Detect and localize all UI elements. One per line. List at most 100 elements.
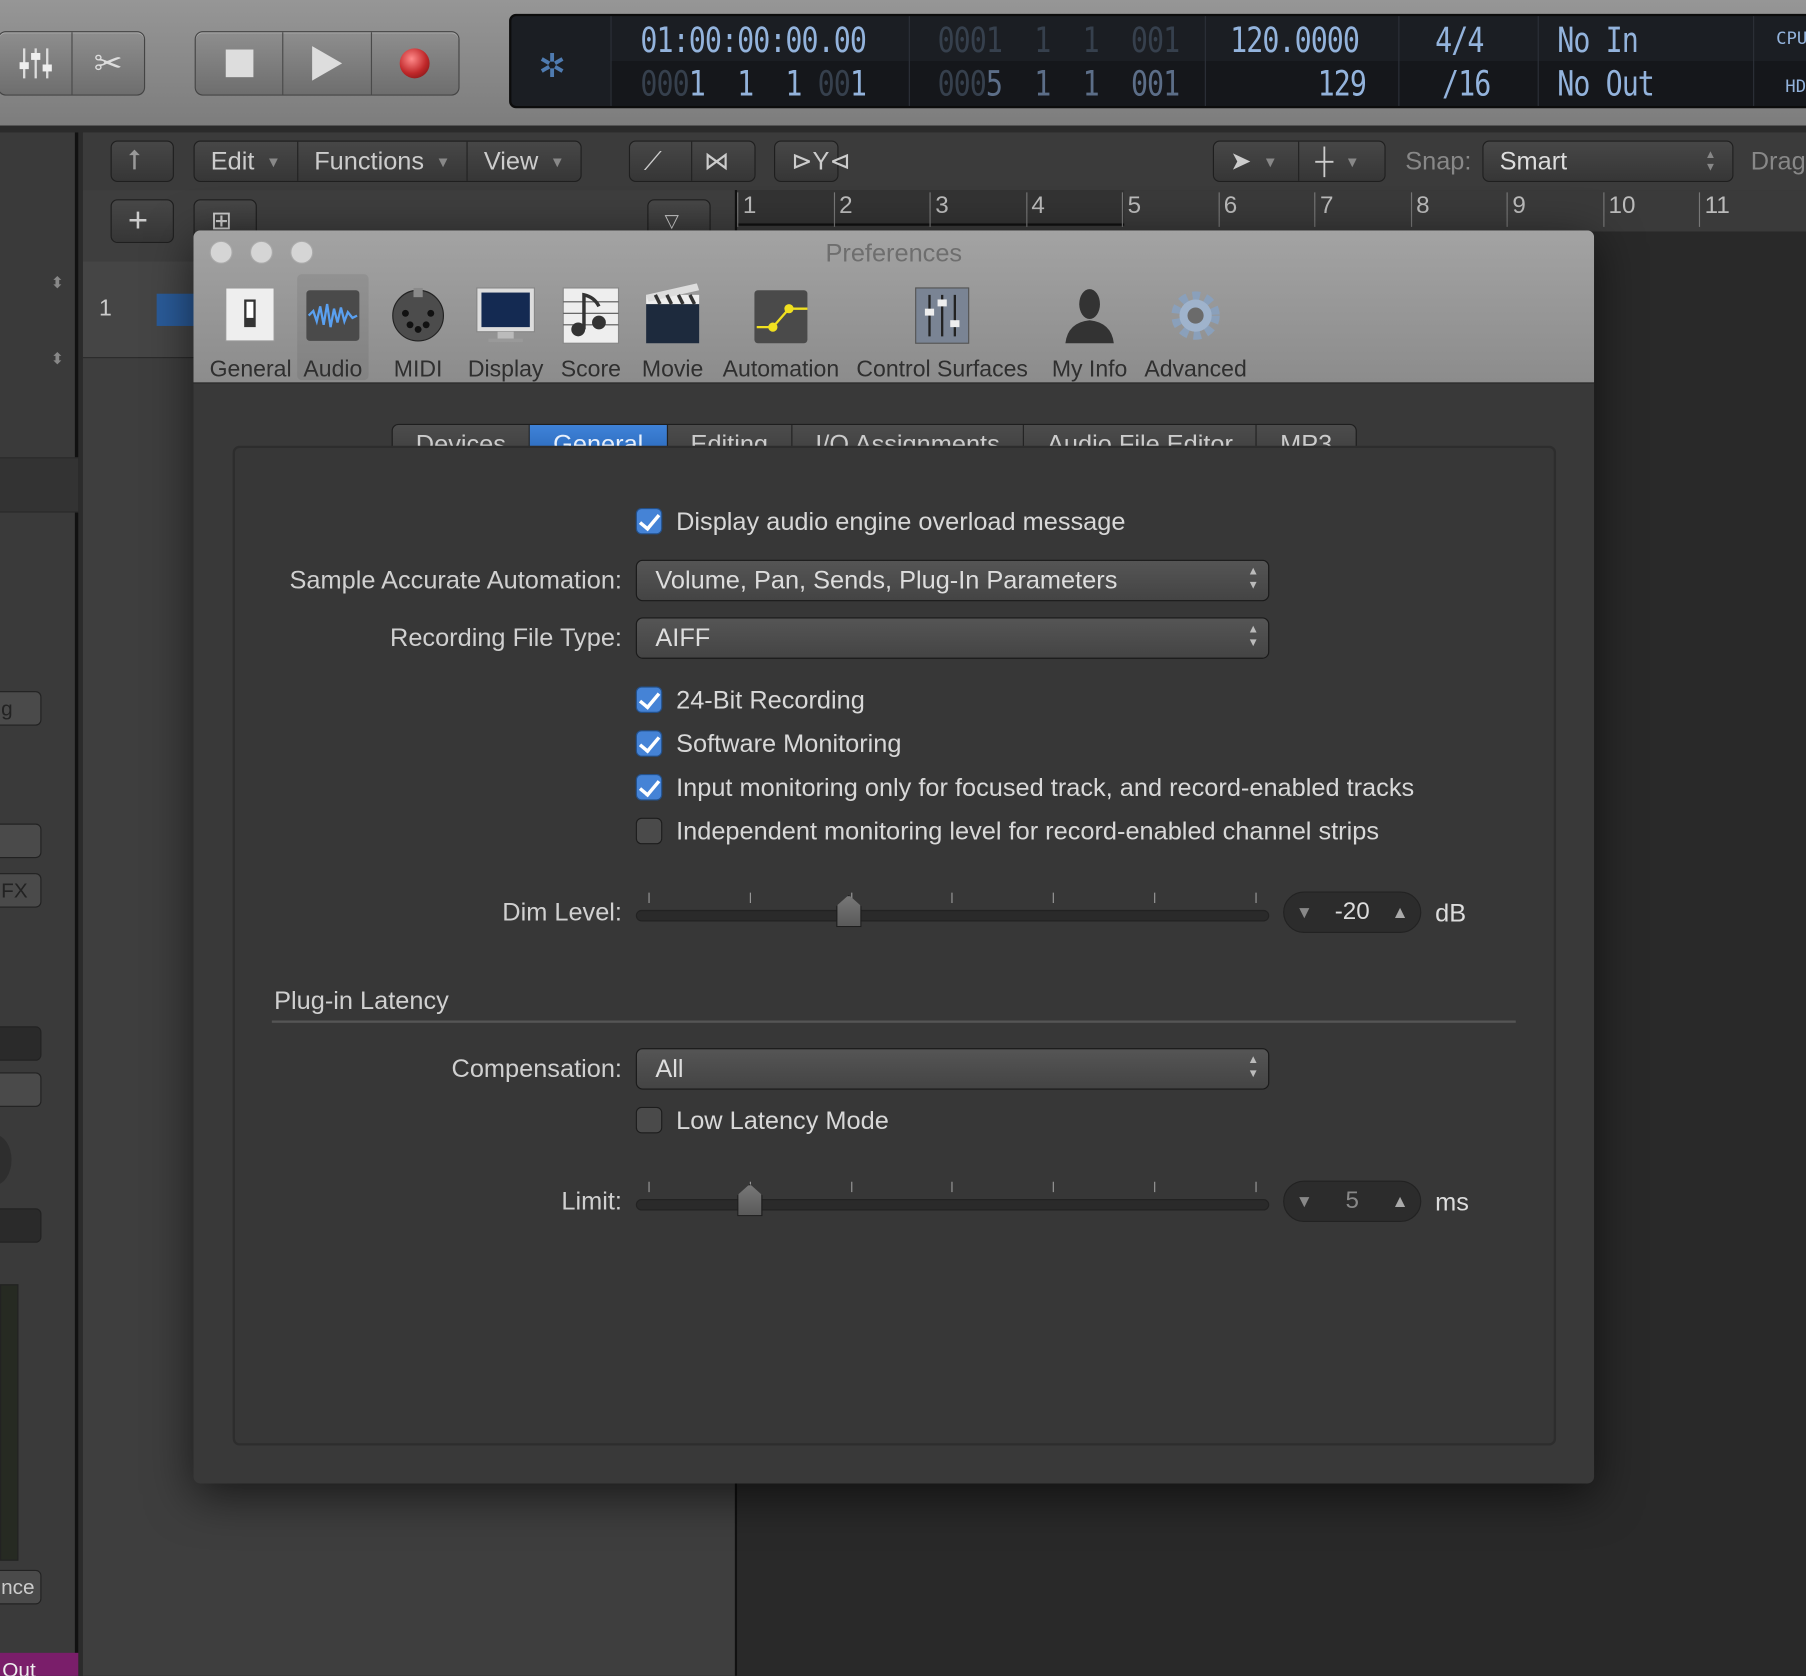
view-menu[interactable]: View ▼ [468,142,581,181]
inspector-slot[interactable] [0,1026,42,1061]
lcd-settings-gear-icon[interactable]: ✲ [539,37,565,88]
prefs-toolbar-score[interactable]: Score [553,274,629,383]
slider-track[interactable] [635,1199,1270,1211]
checkbox-2[interactable] [635,774,663,801]
inspector-slot[interactable] [0,1208,42,1243]
automation-icon: ⟋ [643,146,662,176]
prefs-toolbar-display[interactable]: Display [461,274,551,382]
updown-arrows-icon: ▲ ▼ [1247,623,1259,650]
limit-stepper[interactable]: ▼ 5 ▲ [1283,1180,1422,1223]
waveform-icon [306,290,360,341]
updown-arrows-icon[interactable]: ⬍ [51,349,65,369]
bar-ruler[interactable]: 1 2 3 4 5 6 7 8 9 10 11 [737,190,1806,232]
add-track-button[interactable]: + [110,199,174,244]
low-latency-mode-checkbox[interactable] [635,1106,663,1134]
prefs-toolbar-label: Score [560,357,621,383]
cycle-start: 0001 1 1 001 [937,20,1181,62]
prefs-toolbar-automation[interactable]: Automation [716,274,845,382]
view-buttons: ✂ [0,31,146,96]
compensation-value: All [655,1053,684,1083]
slider-track[interactable] [635,909,1270,922]
prefs-toolbar-midi[interactable]: MIDI [387,274,449,382]
compensation-label: Compensation: [451,1053,622,1083]
slider-tick [749,892,751,904]
track-number: 1 [99,296,112,322]
ruler-bar-11: 11 [1698,192,1730,227]
chevron-down-icon: ▼ [1262,152,1278,170]
tempo: 120.0000 [1230,20,1360,62]
faders-icon [915,287,970,344]
chevron-down-icon: ▼ [549,152,565,170]
slider-thumb[interactable] [737,1184,763,1217]
recording-file-type-select[interactable]: AIFF ▲ ▼ [635,617,1270,659]
updown-arrows-icon: ▲ ▼ [1247,565,1259,593]
editors-button[interactable]: ✂ [73,32,144,94]
decrement-icon[interactable]: ▼ [1296,1192,1313,1212]
prefs-toolbar-control-surfaces[interactable]: Control Surfaces [850,274,1034,382]
bar-position-dim: 000 [640,64,689,105]
ruler-bar-4: 4 [1025,192,1045,227]
inspector-button[interactable]: nce [0,1569,42,1605]
output-slot[interactable]: Out [0,1652,79,1676]
dim-level-slider[interactable] [635,892,1270,928]
back-button[interactable]: ⭡ [110,140,174,182]
pointer-tool-menu[interactable]: ➤ ▼ [1214,141,1300,181]
inspector-button[interactable] [0,1072,42,1107]
pan-knob[interactable] [0,1134,12,1186]
ruler-bar-6: 6 [1218,192,1237,227]
inspector-panel: ⬍ ⬍ g FX nce Out [0,132,79,1676]
checkbox-0[interactable] [635,686,663,713]
increment-icon[interactable]: ▲ [1392,902,1409,922]
midi-in: No In [1557,20,1639,62]
fx-slot[interactable]: FX [0,873,42,908]
inspector-button[interactable]: g [0,691,42,726]
functions-menu[interactable]: Functions ▼ [298,141,468,181]
ruler-bar-8: 8 [1410,192,1430,227]
dim-level-stepper[interactable]: ▼ -20 ▲ [1283,891,1422,933]
play-button[interactable] [284,32,372,95]
automation-button[interactable]: ⟋ [630,141,693,181]
record-button[interactable] [372,32,459,94]
lcd-display[interactable]: ✲ 01:00:00:00.00 0001 1 1 001 0001 1 1 0… [509,13,1806,109]
increment-icon[interactable]: ▲ [1392,1192,1409,1212]
checkbox-label: Independent monitoring level for record-… [676,816,1380,846]
sample-accurate-automation-select[interactable]: Volume, Pan, Sends, Plug-In Parameters ▲ ▼ [635,559,1270,602]
snap-select[interactable]: Smart ▲ ▼ [1482,140,1734,182]
drag-label: Drag [1750,146,1806,176]
overload-message-checkbox[interactable] [635,507,663,535]
checkbox-3[interactable] [635,817,663,845]
clapperboard-icon [646,283,700,344]
slider-thumb[interactable] [836,894,862,928]
division: /16 [1442,64,1491,105]
flex-button[interactable]: ⋈ [692,142,754,181]
checkbox-1[interactable] [635,730,663,757]
checkbox-label: Software Monitoring [676,729,902,758]
prefs-toolbar-advanced[interactable]: Advanced [1140,274,1251,382]
monitor-icon [476,287,536,343]
compensation-select[interactable]: All ▲ ▼ [635,1048,1270,1090]
slider-tick [648,1181,650,1193]
cpu-label: CPU [1776,27,1806,49]
prefs-toolbar-general[interactable]: General [210,274,292,382]
slider-tick [1154,892,1156,904]
slider-tick [951,892,953,904]
limit-value: 5 [1345,1187,1359,1214]
prefs-toolbar-movie[interactable]: Movie [633,274,711,382]
inspector-button[interactable] [0,823,42,859]
edit-menu[interactable]: Edit ▼ [195,141,299,181]
updown-arrows-icon[interactable]: ⬍ [51,273,65,293]
mixer-button[interactable] [0,32,73,95]
prefs-toolbar-audio[interactable]: Audio [297,274,369,382]
stop-button[interactable] [196,32,284,95]
limit-slider[interactable] [635,1181,1270,1217]
slider-tick [1052,892,1055,904]
chevron-down-icon: ▼ [435,152,451,170]
catch-button[interactable]: ⊳Y⊲ [774,140,851,182]
decrement-icon[interactable]: ▼ [1296,902,1313,922]
prefs-toolbar-my-info[interactable]: My Info [1048,274,1131,382]
limit-label: Limit: [561,1186,622,1216]
secondary-tool-menu[interactable]: ┼ ▼ [1299,142,1384,181]
functions-menu-label: Functions [314,146,425,176]
slider-tick [1154,1181,1156,1193]
plus-icon: + [127,201,149,240]
